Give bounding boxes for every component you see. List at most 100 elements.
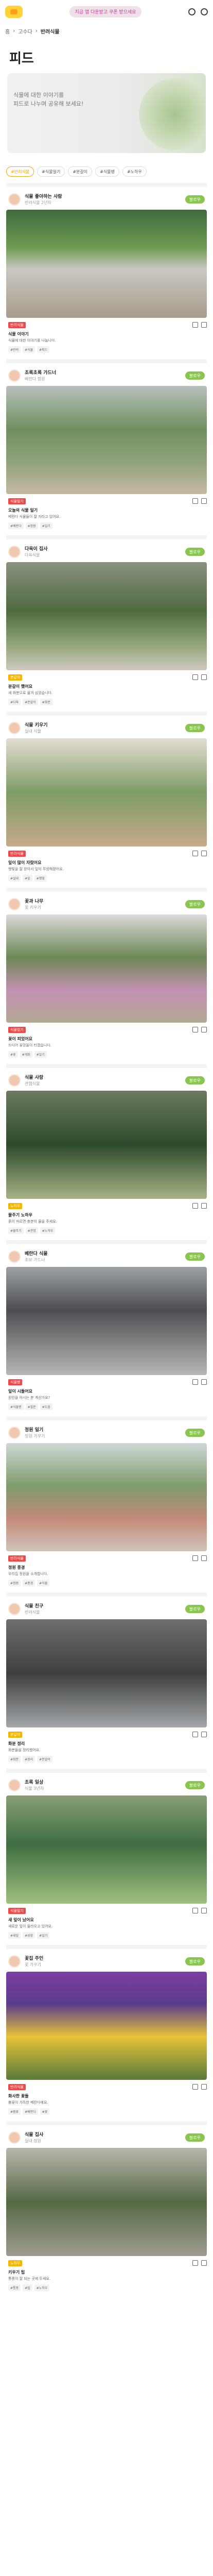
- avatar[interactable]: [8, 1250, 21, 1263]
- avatar[interactable]: [8, 1074, 21, 1087]
- breadcrumb-level2[interactable]: 반려식물: [41, 27, 60, 35]
- keyword-tag[interactable]: #노하우: [34, 2284, 50, 2291]
- post-photo[interactable]: [6, 1972, 207, 2080]
- heart-icon[interactable]: [192, 1027, 198, 1032]
- heart-icon[interactable]: [192, 2260, 198, 2266]
- keyword-tag[interactable]: #잎: [23, 875, 32, 882]
- author-name[interactable]: 식물 집사: [25, 2132, 43, 2138]
- keyword-tag[interactable]: #정원: [25, 522, 38, 529]
- bookmark-icon[interactable]: [201, 1027, 207, 1032]
- feed-post[interactable]: 식물 집사 실내 정원 팔로우 노하우 키우기 팁 통풍이 잘 되는 곳에 두세…: [6, 2121, 207, 2297]
- post-title[interactable]: 오늘의 식물 일기: [6, 504, 207, 514]
- breadcrumb-home[interactable]: 홈: [5, 27, 10, 35]
- author-name[interactable]: 베란다 식물: [25, 1251, 48, 1257]
- feed-post[interactable]: 다육이 집사 다육식물 팔로우 분갈이 분갈이 했어요 새 화분으로 옮겨 심었…: [6, 535, 207, 711]
- keyword-tag[interactable]: #베란다: [8, 522, 24, 529]
- heart-icon[interactable]: [192, 851, 198, 856]
- keyword-tag[interactable]: #도움: [40, 1403, 52, 1410]
- follow-button[interactable]: 팔로우: [185, 1076, 205, 1084]
- keyword-tag[interactable]: #꽃: [40, 2108, 50, 2115]
- keyword-tag[interactable]: #정원: [8, 1580, 21, 1586]
- avatar[interactable]: [8, 898, 21, 910]
- promo-banner[interactable]: 지금 앱 다운받고 쿠폰 받으세요: [69, 6, 141, 18]
- keyword-tag[interactable]: #분갈이: [23, 699, 38, 705]
- avatar[interactable]: [8, 1603, 21, 1615]
- keyword-tag[interactable]: #화분: [8, 1756, 21, 1762]
- heart-icon[interactable]: [192, 498, 198, 504]
- post-title[interactable]: 정원 풍경: [6, 1562, 207, 1571]
- keyword-tag[interactable]: #식물: [23, 346, 36, 353]
- follow-button[interactable]: 팔로우: [185, 900, 205, 908]
- post-title[interactable]: 잎이 많이 자랐어요: [6, 857, 207, 867]
- keyword-tag[interactable]: #분갈이: [37, 1756, 52, 1762]
- keyword-tag[interactable]: #햇빛: [34, 875, 47, 882]
- author-name[interactable]: 정원 일기: [25, 1427, 45, 1433]
- bookmark-icon[interactable]: [201, 1203, 207, 1209]
- follow-button[interactable]: 팔로우: [185, 1781, 205, 1789]
- post-title[interactable]: 화분 정리: [6, 1738, 207, 1748]
- bookmark-icon[interactable]: [201, 1379, 207, 1385]
- avatar[interactable]: [8, 1427, 21, 1439]
- keyword-tag[interactable]: #풍경: [23, 1580, 36, 1586]
- keyword-tag[interactable]: #식물: [37, 1580, 50, 1586]
- feed-post[interactable]: 식물 사랑 관엽식물 팔로우 노하우 물주기 노하우 흙이 마르면 충분히 물을…: [6, 1064, 207, 1240]
- follow-button[interactable]: 팔로우: [185, 1605, 205, 1613]
- post-photo[interactable]: [6, 738, 207, 846]
- logo[interactable]: [5, 5, 23, 18]
- heart-icon[interactable]: [192, 674, 198, 680]
- author-name[interactable]: 식물 키우기: [25, 722, 48, 728]
- avatar[interactable]: [8, 1955, 21, 1968]
- heart-icon[interactable]: [192, 2084, 198, 2090]
- post-photo[interactable]: [6, 914, 207, 1023]
- post-photo[interactable]: [6, 1443, 207, 1551]
- follow-button[interactable]: 팔로우: [185, 371, 205, 380]
- author-name[interactable]: 식물 좋아하는 사람: [25, 194, 62, 200]
- author-name[interactable]: 식물 친구: [25, 1603, 43, 1609]
- post-title[interactable]: 화사한 꽃들: [6, 2090, 207, 2100]
- keyword-tag[interactable]: #베란다: [23, 2108, 38, 2115]
- bookmark-icon[interactable]: [201, 2084, 207, 2090]
- keyword-tag[interactable]: #관엽: [25, 1227, 38, 1234]
- post-photo[interactable]: [6, 210, 207, 318]
- follow-button[interactable]: 팔로우: [185, 548, 205, 556]
- follow-button[interactable]: 팔로우: [185, 1252, 205, 1261]
- keyword-tag[interactable]: #팁: [23, 2284, 32, 2291]
- keyword-tag[interactable]: #꽃: [8, 1051, 18, 1058]
- keyword-tag[interactable]: #통풍: [8, 2284, 21, 2291]
- avatar[interactable]: [8, 193, 21, 206]
- follow-button[interactable]: 팔로우: [185, 1429, 205, 1437]
- filter-chip[interactable]: #반려식물: [6, 166, 34, 177]
- keyword-tag[interactable]: #일기: [34, 1051, 47, 1058]
- heart-icon[interactable]: [192, 1908, 198, 1913]
- filter-chip[interactable]: #노하우: [122, 166, 147, 177]
- keyword-tag[interactable]: #일기: [40, 522, 52, 529]
- avatar[interactable]: [8, 369, 21, 382]
- filter-chip[interactable]: #식물일기: [37, 166, 65, 177]
- author-name[interactable]: 초록 일상: [25, 1780, 44, 1786]
- keyword-tag[interactable]: #피드: [37, 346, 50, 353]
- post-photo[interactable]: [6, 1795, 207, 1904]
- keyword-tag[interactable]: #일기: [37, 1932, 50, 1939]
- keyword-tag[interactable]: #화분: [40, 699, 52, 705]
- keyword-tag[interactable]: #반려: [8, 346, 21, 353]
- post-title[interactable]: 새 잎이 났어요: [6, 1914, 207, 1924]
- follow-button[interactable]: 팔로우: [185, 1957, 205, 1965]
- post-title[interactable]: 물주기 노하우: [6, 1209, 207, 1219]
- avatar[interactable]: [8, 546, 21, 558]
- post-photo[interactable]: [6, 1619, 207, 1727]
- search-icon[interactable]: [188, 8, 196, 15]
- bookmark-icon[interactable]: [201, 674, 207, 680]
- feed-post[interactable]: 식물 친구 반려식물 팔로우 분갈이 화분 정리 화분들을 정리했어요. #화분…: [6, 1592, 207, 1769]
- author-name[interactable]: 식물 사랑: [25, 1075, 43, 1081]
- menu-icon[interactable]: [201, 8, 208, 15]
- author-name[interactable]: 초록초록 가드너: [25, 370, 56, 376]
- heart-icon[interactable]: [192, 1379, 198, 1385]
- keyword-tag[interactable]: #노하우: [40, 1227, 56, 1234]
- post-title[interactable]: 꽃이 피었어요: [6, 1033, 207, 1043]
- bookmark-icon[interactable]: [201, 1555, 207, 1561]
- bookmark-icon[interactable]: [201, 2260, 207, 2266]
- post-photo[interactable]: [6, 562, 207, 670]
- feed-post[interactable]: 꽃과 나무 꽃 키우기 팔로우 식물일기 꽃이 피었어요 드디어 꽃망울이 터졌…: [6, 888, 207, 1064]
- heart-icon[interactable]: [192, 1203, 198, 1209]
- feed-post[interactable]: 초록초록 가드너 베란다 정원 팔로우 식물일기 오늘의 식물 일기 베란다 식…: [6, 359, 207, 535]
